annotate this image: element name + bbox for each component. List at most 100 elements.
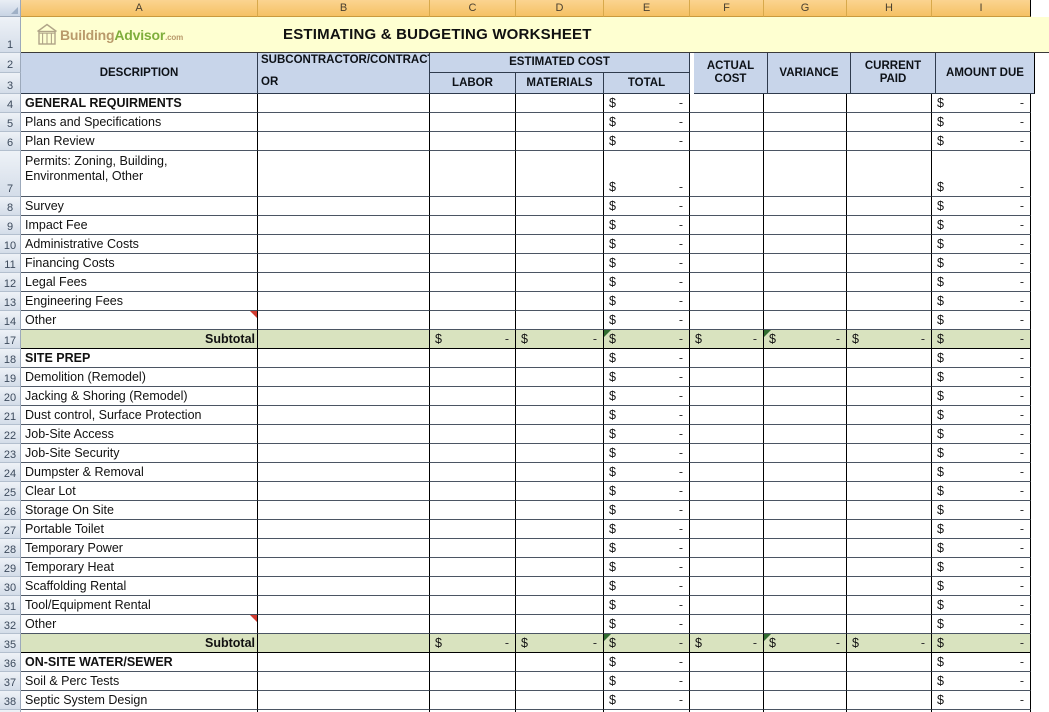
labor-cell[interactable] (430, 113, 516, 132)
amount-due-cell[interactable]: $- (932, 197, 1031, 216)
subcontractor-cell[interactable] (258, 672, 430, 691)
variance-cell[interactable] (764, 558, 847, 577)
current-paid-cell[interactable] (847, 596, 932, 615)
variance-cell[interactable] (764, 539, 847, 558)
subtotal-amount-due[interactable]: $- (932, 330, 1031, 349)
subtotal-current-paid[interactable]: $- (847, 634, 932, 653)
labor-cell[interactable] (430, 444, 516, 463)
subtotal-labor[interactable]: $- (430, 634, 516, 653)
actual-cost-cell[interactable] (690, 520, 764, 539)
subcontractor-cell[interactable] (258, 558, 430, 577)
current-paid-cell[interactable] (847, 615, 932, 634)
description-cell[interactable]: Storage On Site (21, 501, 258, 520)
subcontractor-cell[interactable] (258, 368, 430, 387)
amount-due-cell[interactable]: $- (932, 151, 1031, 197)
current-paid-cell[interactable] (847, 254, 932, 273)
amount-due-cell[interactable]: $- (932, 501, 1031, 520)
column-header-h[interactable]: H (847, 0, 932, 17)
total-cell[interactable]: $- (604, 444, 690, 463)
current-paid-cell[interactable] (847, 425, 932, 444)
row-header-6[interactable]: 6 (0, 132, 21, 151)
column-header-i[interactable]: I (932, 0, 1031, 17)
description-cell[interactable]: Septic System Design (21, 691, 258, 710)
subtotal-total[interactable]: $- (604, 330, 690, 349)
variance-cell[interactable] (764, 311, 847, 330)
current-paid-cell[interactable] (847, 311, 932, 330)
column-header-d[interactable]: D (516, 0, 604, 17)
labor-cell[interactable] (430, 463, 516, 482)
amount-due-cell[interactable]: $- (932, 425, 1031, 444)
labor-cell[interactable] (430, 653, 516, 672)
materials-cell[interactable] (516, 292, 604, 311)
description-cell[interactable]: Dust control, Surface Protection (21, 406, 258, 425)
total-cell[interactable]: $- (604, 615, 690, 634)
subcontractor-cell[interactable] (258, 311, 430, 330)
variance-cell[interactable] (764, 596, 847, 615)
variance-cell[interactable] (764, 197, 847, 216)
subcontractor-cell[interactable] (258, 444, 430, 463)
actual-cost-cell[interactable] (690, 273, 764, 292)
labor-cell[interactable] (430, 520, 516, 539)
materials-cell[interactable] (516, 235, 604, 254)
actual-cost-cell[interactable] (690, 235, 764, 254)
materials-cell[interactable] (516, 387, 604, 406)
row-header-30[interactable]: 30 (0, 577, 21, 596)
current-paid-cell[interactable] (847, 387, 932, 406)
description-cell[interactable]: Permits: Zoning, Building, Environmental… (21, 151, 258, 197)
row-header-4[interactable]: 4 (0, 94, 21, 113)
labor-cell[interactable] (430, 406, 516, 425)
total-cell[interactable]: $- (604, 254, 690, 273)
materials-cell[interactable] (516, 615, 604, 634)
current-paid-cell[interactable] (847, 653, 932, 672)
description-cell[interactable]: Job-Site Security (21, 444, 258, 463)
actual-cost-cell[interactable] (690, 132, 764, 151)
materials-cell[interactable] (516, 311, 604, 330)
subcontractor-cell[interactable] (258, 501, 430, 520)
subtotal-actual-cost[interactable]: $- (690, 634, 764, 653)
total-cell[interactable]: $- (604, 387, 690, 406)
labor-cell[interactable] (430, 501, 516, 520)
materials-cell[interactable] (516, 113, 604, 132)
row-header-7[interactable]: 7 (0, 151, 21, 197)
materials-cell[interactable] (516, 596, 604, 615)
amount-due-cell[interactable]: $- (932, 520, 1031, 539)
column-header-b[interactable]: B (258, 0, 430, 17)
description-cell[interactable]: Engineering Fees (21, 292, 258, 311)
row-header-11[interactable]: 11 (0, 254, 21, 273)
variance-cell[interactable] (764, 672, 847, 691)
materials-cell[interactable] (516, 691, 604, 710)
subtotal-amount-due[interactable]: $- (932, 634, 1031, 653)
actual-cost-cell[interactable] (690, 653, 764, 672)
current-paid-cell[interactable] (847, 672, 932, 691)
amount-due-cell[interactable]: $- (932, 615, 1031, 634)
actual-cost-cell[interactable] (690, 113, 764, 132)
column-header-e[interactable]: E (604, 0, 690, 17)
subcontractor-cell[interactable] (258, 151, 430, 197)
current-paid-cell[interactable] (847, 482, 932, 501)
row-header-22[interactable]: 22 (0, 425, 21, 444)
row-header-25[interactable]: 25 (0, 482, 21, 501)
section-header-cell[interactable]: SITE PREP (21, 349, 258, 368)
current-paid-cell[interactable] (847, 463, 932, 482)
variance-cell[interactable] (764, 94, 847, 113)
total-cell[interactable]: $- (604, 349, 690, 368)
section-header-cell[interactable]: ON-SITE WATER/SEWER (21, 653, 258, 672)
current-paid-cell[interactable] (847, 368, 932, 387)
description-cell[interactable]: Job-Site Access (21, 425, 258, 444)
variance-cell[interactable] (764, 482, 847, 501)
description-cell[interactable]: Plan Review (21, 132, 258, 151)
select-all-corner[interactable] (0, 0, 21, 17)
amount-due-cell[interactable]: $- (932, 113, 1031, 132)
labor-cell[interactable] (430, 387, 516, 406)
materials-cell[interactable] (516, 444, 604, 463)
description-cell[interactable]: Clear Lot (21, 482, 258, 501)
labor-cell[interactable] (430, 292, 516, 311)
materials-cell[interactable] (516, 501, 604, 520)
current-paid-cell[interactable] (847, 197, 932, 216)
row-header-17[interactable]: 17 (0, 330, 21, 349)
subcontractor-cell[interactable] (258, 463, 430, 482)
labor-cell[interactable] (430, 254, 516, 273)
description-cell[interactable]: Survey (21, 197, 258, 216)
column-header-f[interactable]: F (690, 0, 764, 17)
subcontractor-cell[interactable] (258, 349, 430, 368)
